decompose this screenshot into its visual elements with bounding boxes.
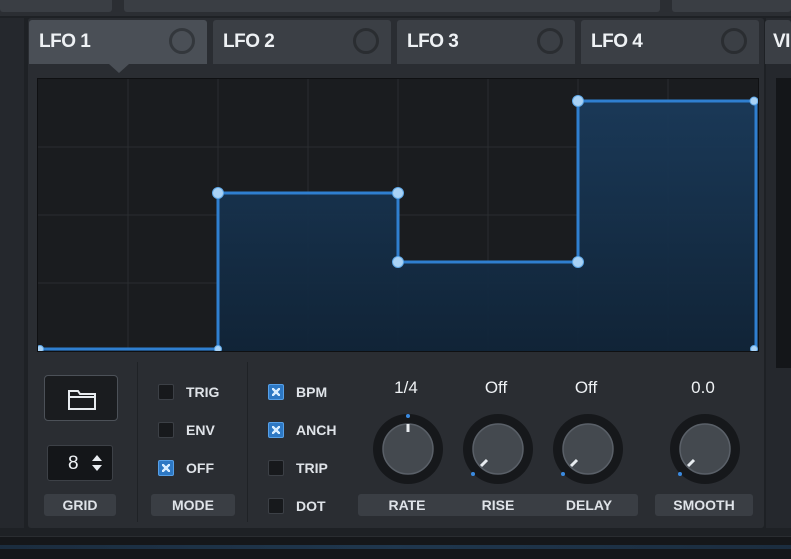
- trip-checkbox[interactable]: [268, 460, 284, 476]
- lfo-point[interactable]: [572, 256, 584, 268]
- rise-label: RISE: [449, 494, 547, 516]
- smooth-knob[interactable]: [668, 412, 742, 486]
- lfo-point[interactable]: [749, 96, 758, 106]
- active-tab-pointer: [109, 64, 129, 73]
- tab-label: LFO 2: [223, 31, 275, 52]
- top-strip-segment: [672, 0, 791, 12]
- up-down-arrows-icon[interactable]: [91, 452, 103, 474]
- browse-button[interactable]: [44, 375, 118, 421]
- delay-label: DELAY: [540, 494, 638, 516]
- lfo-point[interactable]: [392, 256, 404, 268]
- trig-label: TRIG: [186, 384, 220, 400]
- lfo-point[interactable]: [572, 95, 584, 107]
- top-strip-segment: [0, 0, 112, 12]
- left-panel-edge: [0, 18, 24, 528]
- lfo-point[interactable]: [750, 345, 758, 352]
- lfo-shape-editor[interactable]: [37, 78, 759, 352]
- tab-label: VI: [773, 31, 790, 52]
- bpm-checkbox[interactable]: [268, 384, 284, 400]
- anch-checkbox[interactable]: [268, 422, 284, 438]
- lfo-ring-icon: [537, 28, 563, 54]
- env-label: ENV: [186, 422, 215, 438]
- rate-label: RATE: [358, 494, 456, 516]
- mode-label: MODE: [151, 494, 235, 516]
- section-divider: [137, 362, 138, 522]
- off-checkbox[interactable]: [158, 460, 174, 476]
- lfo-shape-graph[interactable]: [38, 79, 758, 351]
- tab-lfo-3[interactable]: LFO 3: [397, 20, 575, 64]
- grid-label: GRID: [44, 494, 116, 516]
- grid-value: 8: [68, 453, 79, 474]
- smooth-label: SMOOTH: [655, 494, 753, 516]
- tab-lfo-4[interactable]: LFO 4: [581, 20, 759, 64]
- tab-lfo-1[interactable]: LFO 1: [29, 20, 207, 64]
- grid-stepper[interactable]: 8: [47, 445, 113, 481]
- bottom-strip: [0, 536, 791, 559]
- section-divider: [247, 362, 248, 522]
- bottom-strip-line: [0, 545, 791, 549]
- dot-label: DOT: [296, 498, 326, 514]
- bpm-label: BPM: [296, 384, 328, 400]
- smooth-value: 0.0: [691, 378, 715, 397]
- lfo-ring-icon: [721, 28, 747, 54]
- lfo-point[interactable]: [38, 345, 44, 352]
- lfo-point[interactable]: [392, 187, 404, 199]
- rise-value: Off: [484, 378, 508, 397]
- off-label: OFF: [186, 460, 214, 476]
- tab-label: LFO 3: [407, 31, 459, 52]
- lfo-point[interactable]: [212, 187, 224, 199]
- tab-vi[interactable]: VI: [765, 20, 791, 64]
- lfo-ring-icon: [169, 28, 195, 54]
- rate-knob[interactable]: [371, 412, 445, 486]
- env-checkbox[interactable]: [158, 422, 174, 438]
- rate-value: 1/4: [394, 378, 418, 397]
- anch-label: ANCH: [296, 422, 337, 438]
- tab-label: LFO 4: [591, 31, 643, 52]
- lfo-ring-icon: [353, 28, 379, 54]
- rise-knob[interactable]: [461, 412, 535, 486]
- folder-icon: [68, 390, 96, 410]
- right-panel-edge: [766, 18, 791, 528]
- top-strip: [0, 0, 791, 16]
- lfo-point[interactable]: [214, 345, 222, 352]
- trip-label: TRIP: [296, 460, 328, 476]
- dot-checkbox[interactable]: [268, 498, 284, 514]
- tab-label: LFO 1: [39, 31, 91, 52]
- trig-checkbox[interactable]: [158, 384, 174, 400]
- right-panel-preview: [776, 78, 791, 368]
- top-strip-segment: [124, 0, 660, 12]
- delay-value: Off: [574, 378, 598, 397]
- delay-knob[interactable]: [551, 412, 625, 486]
- tab-lfo-2[interactable]: LFO 2: [213, 20, 391, 64]
